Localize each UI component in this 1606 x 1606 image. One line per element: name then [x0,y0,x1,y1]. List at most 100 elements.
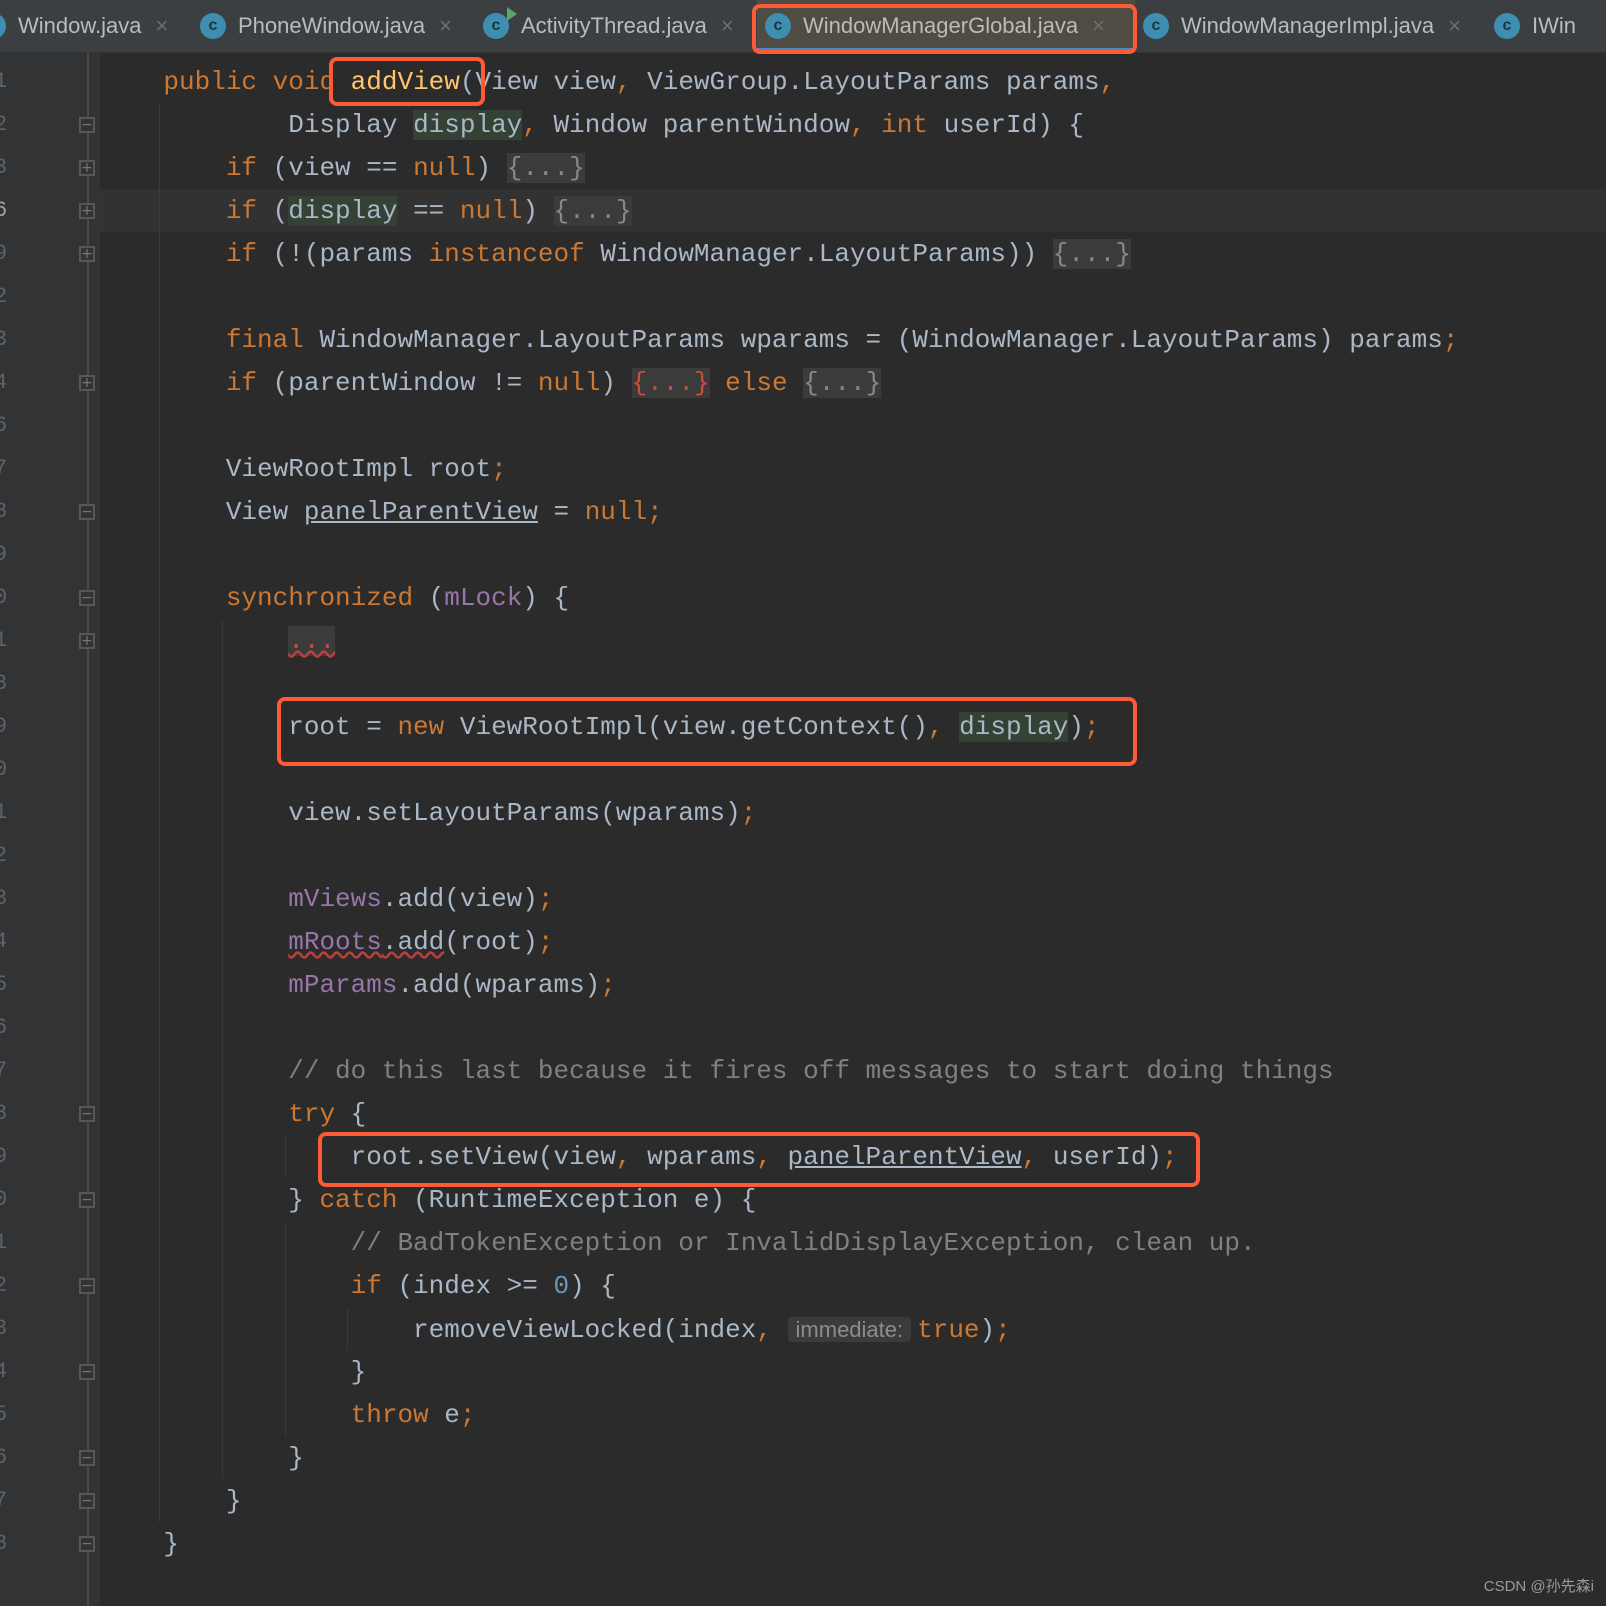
tab-label: PhoneWindow.java [238,13,426,38]
code-token: , [615,67,648,97]
fold-collapse-icon[interactable]: − [79,1536,95,1552]
code-token: ViewRootImpl root [101,454,492,484]
code-token: try [288,1099,351,1129]
code-token: , int [849,110,944,140]
tab-windowmanagerimpl-java[interactable]: c WindowManagerImpl.java × [1143,0,1461,52]
folded-block[interactable]: {...} [506,153,585,183]
line-number: 3 [0,327,8,352]
code-line: } [101,1480,242,1523]
line-number: 7 [0,1488,8,1513]
code-token: // BadTokenException or InvalidDisplayEx… [350,1228,1256,1258]
folded-block[interactable]: {...} [553,196,632,226]
watermark: CSDN @孙先森i [1483,1578,1594,1595]
code-token: , [927,712,960,742]
class-icon: c [1143,13,1169,39]
code-token: display [413,110,523,140]
code-token: // do this last because it fires off mes… [288,1056,1334,1086]
tab-label: WindowManagerImpl.java [1181,13,1435,38]
line-number: 9 [0,1144,8,1169]
fold-collapse-icon[interactable]: − [79,1106,95,1122]
line-number: 9 [0,542,8,567]
folded-block[interactable]: {...} [1052,239,1131,269]
code-token: 0 [553,1271,570,1301]
code-token: (index >= [397,1271,554,1301]
line-number: 0 [0,757,8,782]
tab-activitythread-java[interactable]: c ActivityThread.java × [483,0,734,52]
line-number: 6 [0,413,8,438]
code-token: true [917,1315,980,1345]
folded-block: ... [288,626,336,656]
code-token: .add(wparams) [397,970,601,1000]
line-number: 4 [0,1359,8,1384]
code-token: ; [537,927,554,957]
code-token: wparams [647,1142,757,1172]
code-token: ; [459,1400,476,1430]
fold-collapse-icon[interactable]: − [79,1192,95,1208]
code-line: if (parentWindow != null) {...} else {..… [101,362,882,405]
code-token: panelParentView [303,497,538,527]
code-token: WindowManager.LayoutParams wparams = (Wi… [319,325,1443,355]
line-number: 3 [0,155,8,180]
close-tab-icon[interactable]: × [156,13,169,39]
tab-iwin[interactable]: c IWin [1494,0,1576,52]
code-line: mRoots.add(root); [101,921,554,964]
code-token: removeViewLocked(index [101,1315,757,1345]
code-token: ViewGroup.LayoutParams params [647,67,1100,97]
fold-expand-icon[interactable]: + [79,246,95,262]
tab-windowmanagerglobal-java[interactable]: c WindowManagerGlobal.java × [757,0,1135,52]
close-tab-icon[interactable]: × [439,13,452,39]
close-tab-icon[interactable]: × [1448,13,1461,39]
fold-collapse-icon[interactable]: − [79,504,95,520]
tab-phonewindow-java[interactable]: c PhoneWindow.java × [200,0,452,52]
runnable-class-icon: c [483,7,517,39]
class-icon: c [1494,13,1520,39]
fold-collapse-icon[interactable]: − [79,1364,95,1380]
fold-collapse-icon[interactable]: − [79,1278,95,1294]
fold-expand-icon[interactable]: + [79,160,95,176]
fold-collapse-icon[interactable]: − [79,1450,95,1466]
code-token: (parentWindow != [272,368,538,398]
code-token: ) [522,196,554,226]
code-token: null; [584,497,663,527]
close-tab-icon[interactable]: × [1092,13,1105,39]
code-token: mLock [444,583,523,613]
tab-label: IWin [1532,13,1576,38]
fold-expand-icon[interactable]: + [79,375,95,391]
code-token: ; [1162,1142,1178,1172]
fold-collapse-icon[interactable]: − [79,590,95,606]
code-line: public void addView(View view, ViewGroup… [101,61,1115,104]
code-line: view.setLayoutParams(wparams); [101,792,756,835]
tab-window-java[interactable]: c Window.java × [0,0,168,52]
code-line: removeViewLocked(index, immediate: true); [101,1308,1011,1351]
code-token: throw [350,1400,445,1430]
code-token: ViewRootImpl(view.getContext() [459,712,928,742]
line-number: 6 [0,198,8,223]
editor-tab-bar: cWindow.java×cPhoneWindow.java×cActivity… [0,0,1606,53]
code-token: ) { [522,583,570,613]
fold-expand-icon[interactable]: + [79,203,95,219]
line-number: 1 [0,800,8,825]
close-tab-icon[interactable]: × [721,13,734,39]
code-token: ; [600,970,616,1000]
fold-collapse-icon[interactable]: − [79,117,95,133]
code-line: } [101,1351,367,1394]
code-token: if [225,153,273,183]
fold-collapse-icon[interactable]: − [79,1493,95,1509]
tab-label: ActivityThread.java [521,13,707,38]
line-number: 6 [0,1015,8,1040]
folded-block[interactable]: {...} [631,368,710,398]
code-token: .add(view) [381,884,538,914]
fold-expand-icon[interactable]: + [79,633,95,649]
line-number: 8 [0,1531,8,1556]
code-token: , [756,1142,788,1172]
code-line: if (!(params instanceof WindowManager.La… [101,233,1131,276]
code-token: { [350,1099,367,1129]
code-line: } catch (RuntimeException e) { [101,1179,756,1222]
folded-block[interactable]: {...} [803,368,882,398]
code-line: View panelParentView = null; [101,491,663,534]
